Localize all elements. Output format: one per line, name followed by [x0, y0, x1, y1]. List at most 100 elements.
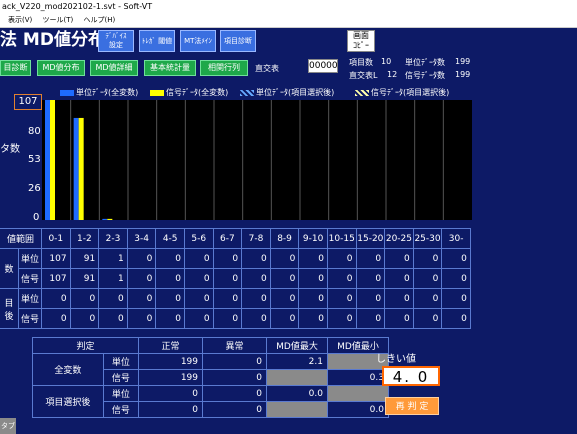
table-cell: 0: [298, 308, 328, 329]
range-col-header: 15-20: [355, 228, 386, 249]
trigger-threshold-button[interactable]: ﾄﾚｶﾞ 閾値: [139, 30, 175, 52]
unit-label: 単位: [102, 385, 140, 402]
mdmin-value: 0.3: [327, 369, 389, 386]
row-label: 単位: [18, 288, 42, 309]
table-cell: 0: [269, 248, 300, 269]
range-col-header: 10-15: [326, 228, 357, 249]
distribution-table: 値範囲 0-1 1-2 2-3 3-4 4-5 5-6 6-7 7-8 8-9 9-10 10-15…: [0, 228, 471, 329]
table-cell: 0: [183, 308, 214, 329]
screen-copy-button[interactable]: 画面 ｺﾋﾟｰ: [347, 30, 375, 52]
ortho-l-value: 12: [387, 70, 398, 79]
table-cell: 0: [41, 308, 71, 329]
table-cell: 0: [384, 248, 414, 269]
table-cell: 0: [298, 248, 328, 269]
table-cell: 1: [98, 248, 128, 269]
nav-basic-stats[interactable]: 基本統計量: [144, 60, 196, 76]
table-cell: 0: [326, 248, 357, 269]
rejudge-button[interactable]: 再 判 定: [385, 397, 439, 415]
orthogonal-label: 直交表: [255, 64, 279, 73]
table-cell: 0: [155, 248, 185, 269]
table-cell: 0: [326, 268, 357, 289]
table-cell: 0: [269, 288, 300, 309]
normal-value: 0: [138, 401, 203, 418]
abnormal-value: 0: [202, 353, 267, 370]
table-cell: 0: [155, 288, 185, 309]
mdmax-header: MD値最大: [266, 337, 328, 354]
table-cell: 0: [326, 288, 357, 309]
y-tick-0: 0: [33, 212, 40, 223]
range-col-header: 5-6: [183, 228, 214, 249]
table-cell: 0: [298, 268, 328, 289]
menu-help[interactable]: ヘルプ(H): [83, 16, 115, 24]
menu-bar: 表示(V) ツール(T) ヘルプ(H): [0, 14, 577, 28]
abnormal-value: 0: [202, 401, 267, 418]
all-vars-label: 全変数: [32, 353, 104, 386]
range-col-header: 25-30: [412, 228, 443, 249]
table-cell: 0: [355, 248, 386, 269]
items-label: 項目数: [349, 58, 373, 67]
mdmin-value: 0.0: [327, 401, 389, 418]
table-cell: 0: [241, 288, 271, 309]
unit-count-value: 199: [455, 57, 471, 66]
table-cell: 0: [183, 248, 214, 269]
table-cell: 0: [384, 268, 414, 289]
normal-value: 199: [138, 369, 203, 386]
page-title: 法 MD値分布: [0, 30, 105, 50]
threshold-input[interactable]: 4. 0: [382, 366, 440, 386]
abnormal-value: 0: [202, 369, 267, 386]
chart-bar: [50, 100, 55, 220]
table-cell: 0: [412, 308, 443, 329]
table-cell: 107: [41, 268, 71, 289]
table-cell: 0: [126, 288, 157, 309]
table-row: 信号 0 0 0 0 0 0 0 0 0 0 0 0 0 0 0: [0, 308, 471, 329]
nav-item-diagnosis[interactable]: 目診断: [0, 60, 31, 76]
table-cell: 0: [441, 268, 471, 289]
results-table: 判定 正常 異常 MD値最大 MD値最小 全変数 単位 199 0 2.1 信号…: [32, 337, 389, 418]
mdmax-value: 0.0: [266, 385, 328, 402]
table-cell: 0: [355, 268, 386, 289]
table-cell: 91: [69, 248, 100, 269]
table-cell: 0: [212, 268, 243, 289]
nav-md-distribution[interactable]: MD値分布: [37, 60, 85, 76]
mt-main-button[interactable]: MT法ﾒｲﾝ: [180, 30, 216, 52]
nav-correlation-matrix[interactable]: 相関行列: [200, 60, 248, 76]
range-col-header: 30-: [441, 228, 471, 249]
table-cell: 0: [98, 308, 128, 329]
table-cell: 1: [98, 268, 128, 289]
window-title: ack_V220_mod202102-1.svt - Soft-VT: [2, 2, 153, 11]
legend-signal-all: 信号ﾃﾞｰﾀ(全変数): [150, 87, 228, 98]
menu-tools[interactable]: ツール(T): [43, 16, 74, 24]
table-cell: 0: [183, 268, 214, 289]
item-diagnosis-button[interactable]: 項目診断: [220, 30, 256, 52]
y-tick-80: 80: [28, 126, 41, 137]
normal-header: 正常: [138, 337, 203, 354]
table-cell: 0: [212, 308, 243, 329]
normal-value: 0: [138, 385, 203, 402]
table-cell: 91: [69, 268, 100, 289]
legend-signal-selected: 信号ﾃﾞｰﾀ(項目選択後): [355, 87, 449, 98]
device-settings-button[interactable]: ﾃﾞﾊﾞｲｽ 設定: [98, 30, 134, 52]
tab-button[interactable]: タブ: [0, 418, 16, 434]
range-col-header: 8-9: [269, 228, 300, 249]
table-cell: 0: [441, 248, 471, 269]
threshold-label: しきい値: [376, 354, 416, 365]
table-row: 目後単位 0 0 0 0 0 0 0 0 0 0 0 0 0 0 0: [0, 288, 471, 329]
unit-label: 単位: [102, 353, 140, 370]
range-col-header: 0-1: [41, 228, 71, 249]
table-cell: 0: [412, 268, 443, 289]
table-cell: 0: [183, 288, 214, 309]
table-header-row: 値範囲 0-1 1-2 2-3 3-4 4-5 5-6 6-7 7-8 8-9 9-10 10-15…: [0, 228, 471, 249]
menu-view[interactable]: 表示(V): [8, 16, 32, 24]
nav-md-detail[interactable]: MD値詳細: [90, 60, 138, 76]
md-distribution-chart: [42, 100, 472, 220]
table-cell: 0: [126, 308, 157, 329]
table-cell: 107: [41, 248, 71, 269]
window-titlebar: ack_V220_mod202102-1.svt - Soft-VT: [0, 0, 577, 14]
chart-bar: [73, 117, 79, 220]
y-tick-26: 26: [28, 183, 41, 194]
table-cell: 0: [155, 308, 185, 329]
range-col-header: 2-3: [98, 228, 128, 249]
table-cell: 0: [269, 308, 300, 329]
table-cell: 0: [269, 268, 300, 289]
table-cell: 0: [355, 308, 386, 329]
